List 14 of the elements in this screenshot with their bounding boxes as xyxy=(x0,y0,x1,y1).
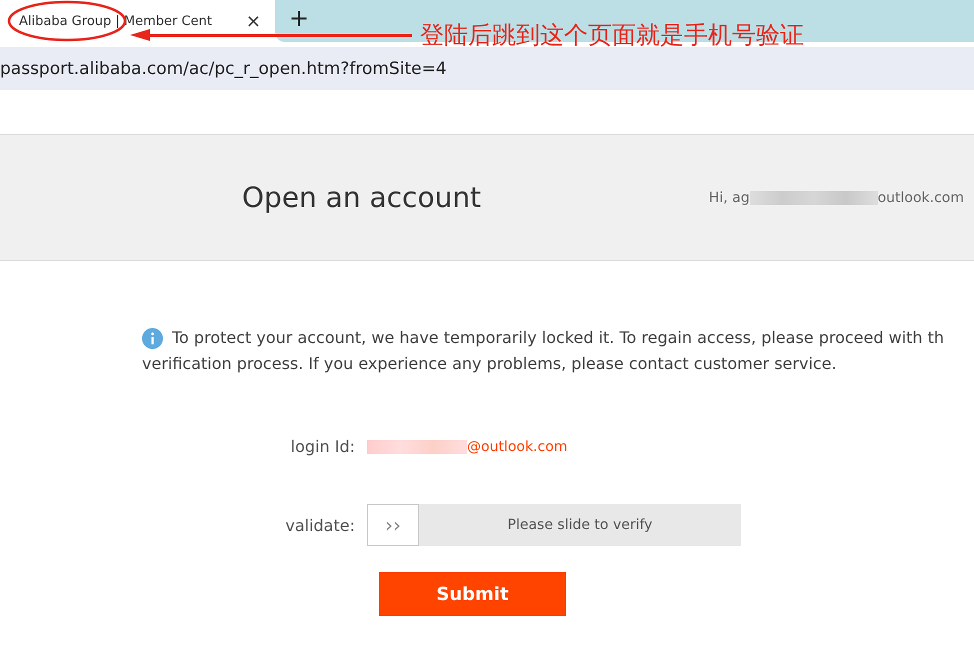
slider-text: Please slide to verify xyxy=(506,517,654,533)
info-icon xyxy=(142,328,163,348)
greeting-domain: outlook.com xyxy=(878,190,964,206)
greeting-text: Hi, ag xyxy=(708,190,750,206)
close-icon[interactable]: × xyxy=(246,10,261,32)
validate-label: validate: xyxy=(284,516,356,534)
new-tab-button[interactable]: + xyxy=(289,4,310,32)
notice-text: To protect your account, we have temporarily locked it. To regain access, please proceed with th xyxy=(172,327,944,349)
page-title: Open an account xyxy=(242,181,482,214)
login-id-label: login Id: xyxy=(290,437,356,456)
login-id-value: @outlook.com xyxy=(467,438,568,454)
slider-handle[interactable]: ›› xyxy=(367,504,419,546)
notice-text: verification process. If you experience any problems, please contact customer service. xyxy=(142,353,837,375)
address-bar[interactable]: passport.alibaba.com/ac/pc_r_open.htm?fromSite=4 xyxy=(0,47,974,90)
